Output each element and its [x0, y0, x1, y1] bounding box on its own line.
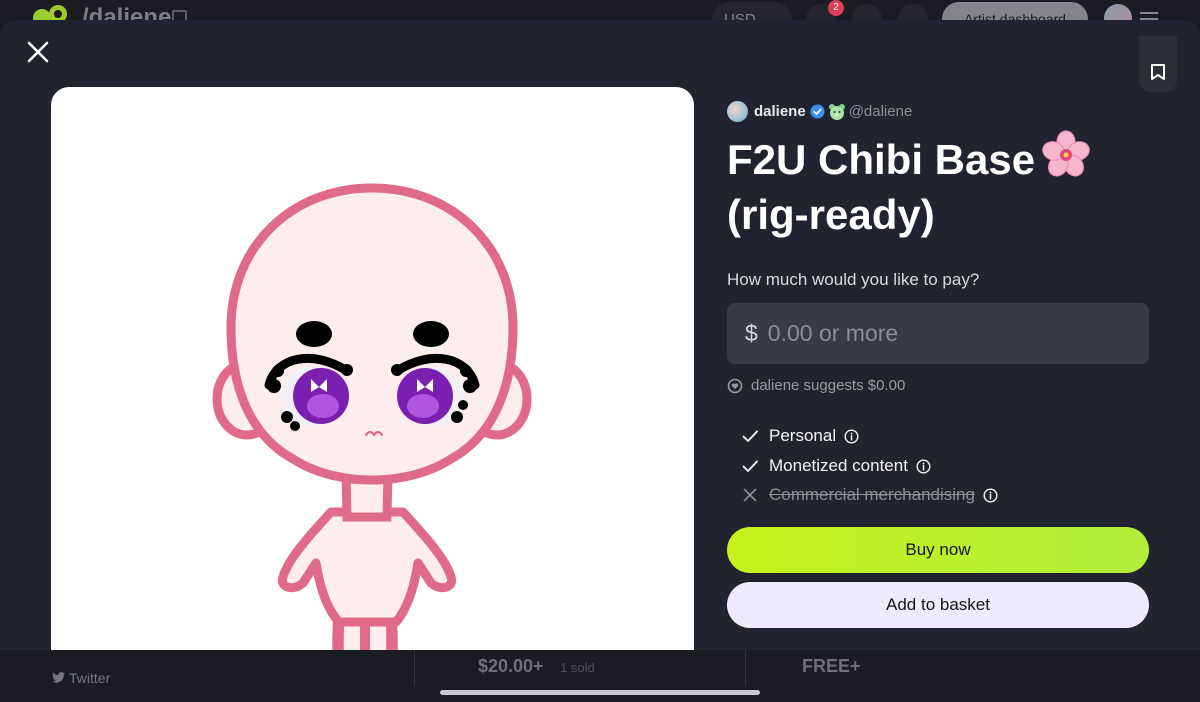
- close-icon: [27, 41, 49, 63]
- bear-badge-icon: [828, 103, 845, 120]
- twitter-icon: [52, 672, 65, 683]
- currency-symbol: $: [745, 320, 758, 346]
- column-divider: [414, 650, 415, 686]
- pay-question-label: How much would you like to pay?: [727, 270, 980, 289]
- product-card-price-free: FREE+: [802, 656, 861, 676]
- bookmark-button[interactable]: [1139, 36, 1177, 92]
- license-personal: Personal: [741, 426, 859, 446]
- notification-count-badge: 2: [828, 0, 844, 16]
- x-icon: [743, 488, 757, 502]
- close-button[interactable]: [20, 34, 56, 70]
- license-monetized-content: Monetized content: [741, 456, 931, 476]
- home-indicator: [440, 690, 760, 695]
- check-icon: [742, 430, 758, 442]
- twitter-link: Twitter: [52, 670, 110, 686]
- license-commercial-merchandising: Commercial merchandising: [741, 485, 998, 505]
- price-input[interactable]: [765, 319, 1130, 348]
- creator-avatar[interactable]: [727, 100, 748, 122]
- heart-bubble-icon: [727, 378, 743, 393]
- product-title: F2U Chibi Base (rig-ready): [727, 130, 1149, 242]
- add-to-basket-button[interactable]: Add to basket: [727, 582, 1149, 628]
- info-icon[interactable]: [983, 488, 998, 503]
- creator-row[interactable]: daliene @daliene: [727, 100, 912, 122]
- info-icon[interactable]: [916, 459, 931, 474]
- creator-name[interactable]: daliene: [754, 103, 806, 120]
- product-card-price: $20.00+: [478, 656, 544, 676]
- verified-badge-icon: [810, 103, 825, 119]
- product-preview-image: [51, 87, 694, 650]
- product-card-sold-count: 1 sold: [560, 660, 595, 675]
- buy-now-button[interactable]: Buy now: [727, 527, 1149, 573]
- chibi-base-illustration: [212, 183, 532, 650]
- creator-handle[interactable]: @daliene: [849, 103, 913, 120]
- bookmark-icon: [1151, 64, 1165, 80]
- column-divider: [745, 650, 746, 686]
- price-input-field[interactable]: $: [727, 303, 1149, 364]
- price-suggestion: daliene suggests $0.00: [727, 377, 905, 394]
- cherry-blossom-icon: [1042, 130, 1090, 177]
- check-icon: [742, 460, 758, 472]
- product-modal: daliene @daliene F2U Chibi Base (rig-rea…: [0, 20, 1200, 650]
- info-icon[interactable]: [844, 429, 859, 444]
